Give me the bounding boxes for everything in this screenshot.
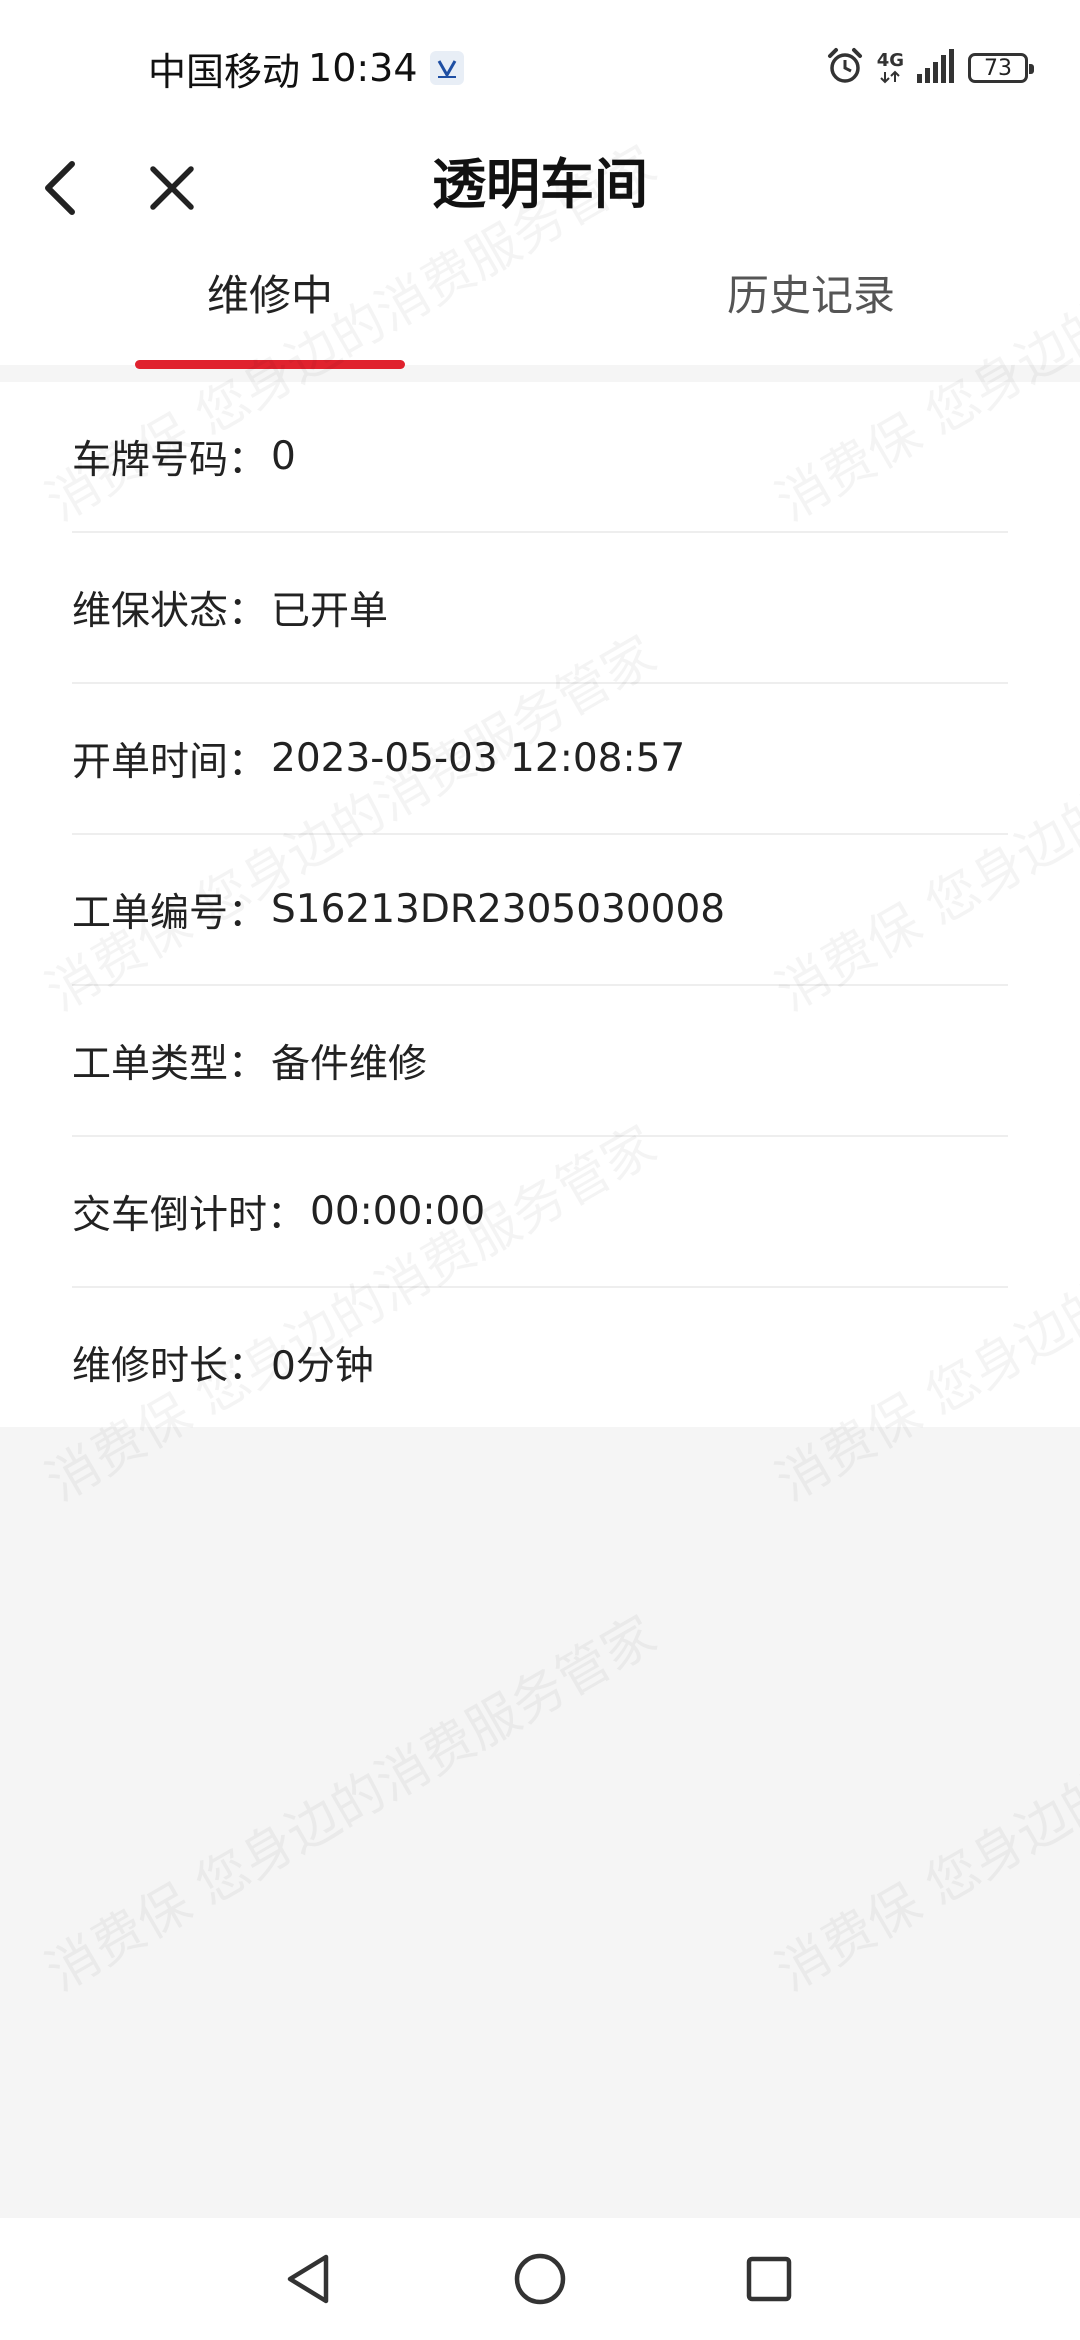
status-bar: 中国移动 10:34 4G 73: [0, 0, 1080, 130]
status-right: 4G 73: [825, 44, 1034, 92]
watermark-text: 消费保 您身边的消费服务管家: [30, 1594, 667, 2005]
tab-history[interactable]: 历史记录: [540, 240, 1080, 365]
info-label: 维修时长：: [72, 1343, 268, 1389]
alarm-icon: [825, 46, 865, 90]
nav-home-circle-icon: [514, 2253, 566, 2305]
info-value: 00:00:00: [310, 1189, 486, 1234]
info-label: 维保状态：: [72, 588, 268, 634]
info-value: 备件维修: [271, 1041, 428, 1087]
battery-icon: 73: [968, 53, 1034, 83]
network-type-label: 4G: [876, 50, 904, 71]
tab-label: 维修中: [207, 271, 334, 320]
info-row-delivery-countdown: 交车倒计时： 00:00:00: [72, 1137, 1008, 1288]
back-button[interactable]: [20, 148, 100, 228]
close-icon: [150, 166, 194, 210]
info-row-order-number: 工单编号： S16213DR2305030008: [72, 835, 1008, 986]
info-label: 交车倒计时：: [72, 1192, 307, 1238]
status-time: 10:34: [308, 46, 418, 90]
carrier-name: 中国移动: [148, 49, 301, 94]
info-value: S16213DR2305030008: [271, 887, 726, 932]
info-row-plate-number: 车牌号码： 0: [72, 382, 1008, 533]
tab-bar: 维修中 历史记录: [0, 240, 1080, 365]
info-label: 车牌号码：: [72, 437, 268, 483]
signal-icon: [916, 48, 956, 88]
nav-recent-square-icon: [746, 2256, 792, 2302]
info-label: 开单时间：: [72, 739, 268, 785]
network-type-icon: 4G: [877, 52, 904, 84]
watermark-text: 消费保 您身边的消费服务管家: [760, 1594, 1080, 2005]
repair-info-list: 车牌号码： 0 维保状态： 已开单 开单时间： 2023-05-03 12:08…: [0, 382, 1080, 1427]
info-row-repair-duration: 维修时长： 0分钟: [72, 1288, 1008, 1437]
page-root: 中国移动 10:34 4G 73 透明车间 维修中 历史记录 车牌号码： 0 维…: [0, 0, 1080, 2340]
nav-back-button[interactable]: [263, 2234, 353, 2324]
info-label: 工单编号：: [72, 890, 268, 936]
nav-home-button[interactable]: [495, 2234, 585, 2324]
system-nav-bar: [0, 2218, 1080, 2340]
info-value: 2023-05-03 12:08:57: [271, 736, 686, 781]
info-value: 0分钟: [271, 1343, 374, 1389]
tab-label: 历史记录: [727, 271, 896, 320]
info-value: 已开单: [271, 588, 389, 634]
info-row-order-type: 工单类型： 备件维修: [72, 986, 1008, 1137]
app-notification-icon: [429, 51, 464, 85]
chevron-left-icon: [45, 161, 75, 215]
info-row-service-status: 维保状态： 已开单: [72, 533, 1008, 684]
battery-level: 73: [984, 55, 1012, 81]
nav-back-triangle-icon: [287, 2254, 329, 2304]
tab-in-repair[interactable]: 维修中: [0, 240, 540, 365]
info-value: 0: [271, 434, 296, 479]
status-left: 中国移动 10:34: [148, 42, 464, 94]
tab-active-indicator: [135, 360, 405, 369]
close-button[interactable]: [132, 148, 212, 228]
nav-recent-button[interactable]: [724, 2234, 814, 2324]
app-header: 透明车间: [0, 130, 1080, 240]
info-label: 工单类型：: [72, 1041, 268, 1087]
info-row-open-time: 开单时间： 2023-05-03 12:08:57: [72, 684, 1008, 835]
